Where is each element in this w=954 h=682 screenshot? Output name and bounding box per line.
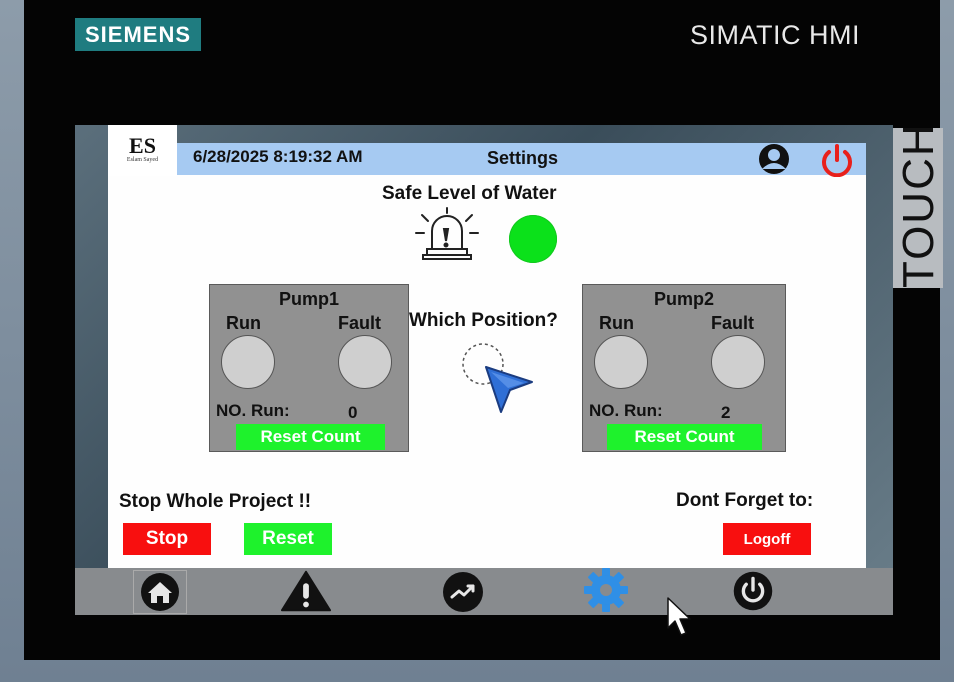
siren-icon <box>413 207 481 261</box>
datetime-display: 6/28/2025 8:19:32 AM <box>193 147 363 166</box>
gear-icon <box>584 568 628 612</box>
reset-button[interactable]: Reset <box>244 523 332 555</box>
pump1-run-count: 0 <box>348 403 358 422</box>
home-icon <box>141 573 179 611</box>
nav-settings-button[interactable] <box>580 568 632 614</box>
stop-heading: Stop Whole Project !! <box>119 491 312 512</box>
pump2-run-indicator <box>594 335 648 389</box>
pump1-count-label: NO. Run: <box>216 401 290 420</box>
pump1-fault-label: Fault <box>338 313 381 333</box>
pump1-run-indicator <box>221 335 275 389</box>
stop-button[interactable]: Stop <box>123 523 211 555</box>
pump2-run-count: 2 <box>721 403 731 422</box>
trend-icon <box>443 572 483 612</box>
es-logo: ES Eslam Sayed <box>108 125 177 176</box>
pump2-panel: Pump2 Run Fault NO. Run: 2 Reset Count <box>582 284 786 452</box>
warning-icon <box>280 570 332 612</box>
nav-alarms-button[interactable] <box>280 568 332 614</box>
pointer-position-icon <box>458 342 538 418</box>
touch-text: TOUCH <box>894 128 943 288</box>
pump2-reset-count-button[interactable]: Reset Count <box>607 424 762 450</box>
user-icon[interactable] <box>753 143 795 175</box>
mouse-cursor-icon <box>666 596 694 638</box>
power-icon[interactable] <box>817 143 857 178</box>
pump2-fault-label: Fault <box>711 313 754 333</box>
pump2-count-label: NO. Run: <box>589 401 663 420</box>
logoff-heading: Dont Forget to: <box>676 490 814 511</box>
page-title: Settings <box>487 148 559 168</box>
water-level-heading: Safe Level of Water <box>382 183 557 204</box>
pump1-panel: Pump1 Run Fault NO. Run: 0 Reset Count <box>209 284 409 452</box>
water-level-indicator <box>509 215 557 263</box>
logoff-button[interactable]: Logoff <box>723 523 811 555</box>
pump1-reset-count-button[interactable]: Reset Count <box>236 424 385 450</box>
pump1-fault-indicator <box>338 335 392 389</box>
nav-home-button[interactable] <box>133 570 187 614</box>
pump2-title: Pump2 <box>653 289 714 309</box>
siemens-logo: SIEMENS <box>75 18 201 51</box>
pump1-title: Pump1 <box>278 289 339 309</box>
pump1-run-label: Run <box>226 313 261 333</box>
simatic-hmi-label: SIMATIC HMI <box>690 20 860 50</box>
es-logo-text: ES <box>129 133 156 158</box>
power-icon <box>733 571 773 611</box>
nav-shutdown-button[interactable] <box>727 568 779 614</box>
pump2-run-label: Run <box>599 313 634 333</box>
touch-side-label: TOUCH <box>891 128 943 288</box>
nav-trends-button[interactable] <box>437 568 489 614</box>
position-heading: Which Position? <box>409 310 558 331</box>
pump2-fault-indicator <box>711 335 765 389</box>
es-logo-subtext: Eslam Sayed <box>126 157 159 163</box>
